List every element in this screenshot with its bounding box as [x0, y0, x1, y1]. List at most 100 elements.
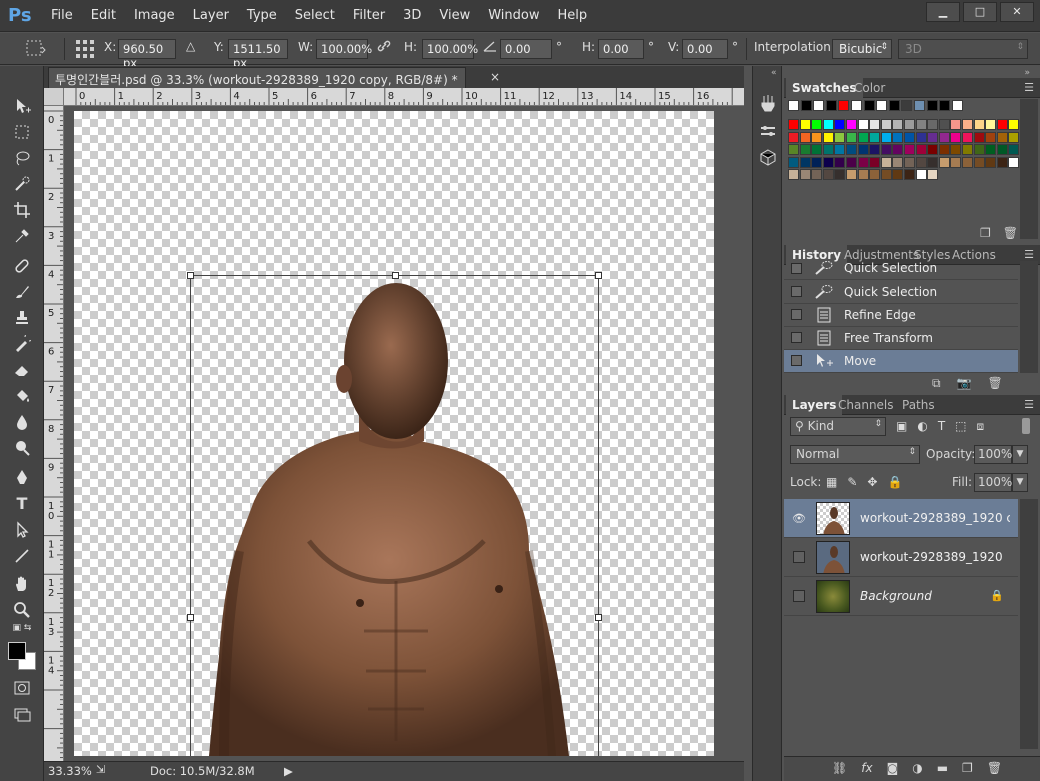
- width-field[interactable]: 100.00%: [316, 39, 372, 59]
- crop-tool-icon[interactable]: [8, 198, 36, 222]
- color-swatch[interactable]: [914, 100, 925, 111]
- menu-layer[interactable]: Layer: [184, 0, 238, 32]
- color-swatch[interactable]: [869, 156, 881, 168]
- color-swatch[interactable]: [799, 156, 811, 168]
- fill-field[interactable]: 100%: [974, 473, 1012, 492]
- color-swatch[interactable]: [939, 100, 951, 111]
- blur-tool-icon[interactable]: [8, 410, 36, 434]
- color-swatch[interactable]: [822, 119, 834, 130]
- color-swatch[interactable]: [869, 169, 881, 181]
- color-swatch[interactable]: [880, 144, 892, 156]
- tab-channels[interactable]: Channels: [832, 395, 900, 415]
- color-swatch[interactable]: [926, 100, 938, 111]
- lock-transparent-icon[interactable]: ▦: [826, 475, 837, 489]
- color-swatch[interactable]: [834, 156, 846, 168]
- color-swatch[interactable]: [938, 144, 950, 156]
- transform-handle-middle-left[interactable]: [187, 614, 194, 621]
- color-swatch[interactable]: [857, 144, 869, 156]
- menu-view[interactable]: View: [430, 0, 479, 32]
- color-swatch[interactable]: [811, 144, 823, 156]
- color-swatch[interactable]: [880, 156, 892, 168]
- visibility-toggle[interactable]: [793, 551, 805, 563]
- 3d-panel-icon[interactable]: [756, 146, 780, 168]
- lock-image-icon[interactable]: ✎: [847, 475, 857, 489]
- color-swatch[interactable]: [834, 131, 846, 143]
- filter-toggle-switch[interactable]: [1022, 418, 1030, 434]
- color-swatch[interactable]: [904, 144, 915, 156]
- brush-tool-icon[interactable]: [8, 280, 36, 304]
- menu-file[interactable]: File: [42, 0, 82, 32]
- color-swatch[interactable]: [915, 144, 927, 156]
- color-swatch[interactable]: [813, 100, 825, 111]
- color-swatch[interactable]: [788, 119, 799, 130]
- maximize-button[interactable]: □: [963, 2, 997, 22]
- panel-menu-icon[interactable]: ☰: [1024, 248, 1034, 261]
- color-swatch[interactable]: [962, 144, 973, 156]
- opacity-dropdown-icon[interactable]: ▼: [1012, 445, 1028, 464]
- lock-position-icon[interactable]: ✥: [867, 475, 877, 489]
- trash-icon[interactable]: 🗑: [1003, 226, 1018, 240]
- color-swatch[interactable]: [962, 119, 973, 130]
- screen-mode-icon[interactable]: [8, 702, 36, 726]
- fx-icon[interactable]: fx: [861, 761, 872, 775]
- color-swatch[interactable]: [973, 131, 985, 143]
- color-swatch[interactable]: [857, 119, 869, 130]
- color-swatch[interactable]: [846, 169, 857, 181]
- color-swatch[interactable]: [927, 119, 939, 130]
- history-snapshot-checkbox[interactable]: [791, 332, 802, 343]
- y-position-field[interactable]: 1511.50 px: [228, 39, 288, 70]
- panel-menu-icon[interactable]: ☰: [1024, 81, 1034, 94]
- opacity-field[interactable]: 100%: [974, 445, 1012, 464]
- document-canvas[interactable]: [74, 111, 714, 756]
- color-swatch[interactable]: [834, 144, 846, 156]
- color-swatch[interactable]: [962, 156, 973, 168]
- color-swatch[interactable]: [888, 100, 900, 111]
- collapse-panels-icon[interactable]: »: [1024, 68, 1030, 78]
- tab-paths[interactable]: Paths: [896, 395, 941, 415]
- color-swatch[interactable]: [846, 144, 857, 156]
- new-document-from-state-icon[interactable]: ⧉: [932, 376, 941, 391]
- color-swatch[interactable]: [822, 131, 834, 143]
- color-swatch[interactable]: [857, 169, 869, 181]
- move-tool-preset-icon[interactable]: [24, 38, 46, 61]
- color-swatch[interactable]: [869, 119, 881, 130]
- folder-icon[interactable]: ▬: [937, 761, 948, 775]
- color-swatch[interactable]: [799, 169, 811, 181]
- layer-row[interactable]: 👁 workout-2928389_1920 co...: [784, 499, 1018, 538]
- color-swatch[interactable]: [892, 131, 904, 143]
- layer-row[interactable]: Background 🔒: [784, 577, 1018, 616]
- menu-edit[interactable]: Edit: [82, 0, 125, 32]
- color-swatch[interactable]: [938, 156, 950, 168]
- link-icon[interactable]: [376, 38, 392, 57]
- color-swatch[interactable]: [892, 144, 904, 156]
- color-swatch[interactable]: [1008, 156, 1020, 168]
- color-swatch[interactable]: [788, 131, 799, 143]
- color-swatch[interactable]: [869, 131, 881, 143]
- color-swatch[interactable]: [985, 144, 997, 156]
- color-swatch[interactable]: [985, 119, 997, 130]
- color-swatch[interactable]: [811, 169, 823, 181]
- color-swatch[interactable]: [799, 144, 811, 156]
- transform-handle-top-center[interactable]: [392, 272, 399, 279]
- color-swatch[interactable]: [951, 100, 963, 111]
- color-swatch[interactable]: [904, 131, 915, 143]
- color-swatch[interactable]: [915, 131, 927, 143]
- eye-icon[interactable]: 👁: [792, 512, 806, 525]
- menu-3d[interactable]: 3D: [394, 0, 430, 32]
- color-swatch[interactable]: [938, 119, 950, 130]
- color-swatch[interactable]: [915, 119, 927, 130]
- color-swatch[interactable]: [996, 131, 1008, 143]
- layers-scrollbar[interactable]: [1020, 499, 1038, 749]
- brush-presets-icon[interactable]: [756, 92, 780, 114]
- color-swatch[interactable]: [904, 169, 915, 181]
- layer-row[interactable]: workout-2928389_1920: [784, 538, 1018, 577]
- interpolation-select[interactable]: Bicubic ⇕: [832, 39, 892, 59]
- swatches-scrollbar[interactable]: [1020, 99, 1038, 239]
- color-swatch[interactable]: [1008, 131, 1020, 143]
- pen-tool-icon[interactable]: [8, 466, 36, 490]
- history-snapshot-checkbox[interactable]: [791, 286, 802, 297]
- mask-icon[interactable]: ◙: [887, 761, 899, 775]
- history-brush-tool-icon[interactable]: [8, 332, 36, 356]
- zoom-tool-icon[interactable]: [8, 598, 36, 622]
- new-swatch-icon[interactable]: ❐: [980, 226, 991, 240]
